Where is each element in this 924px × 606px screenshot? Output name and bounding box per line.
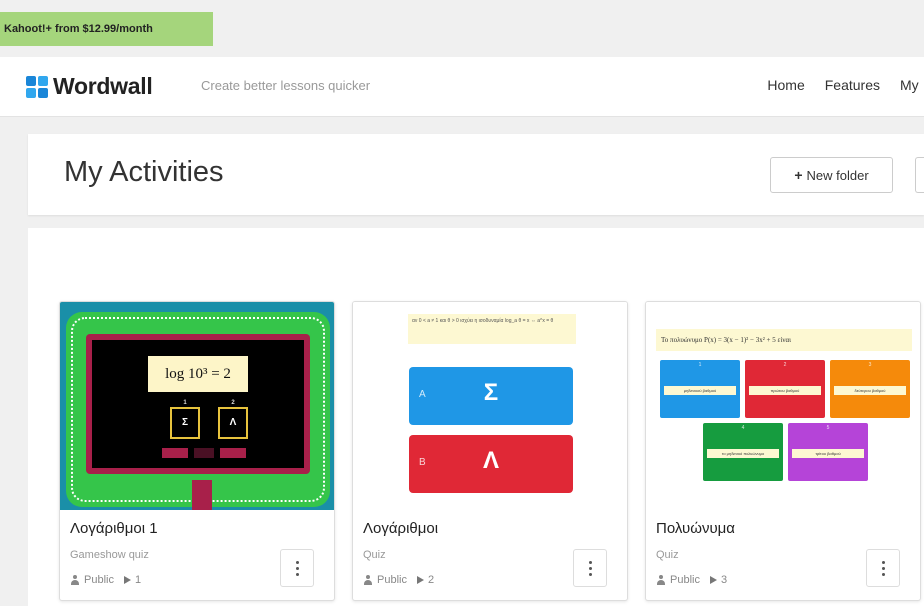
activity-type: Quiz [656, 549, 679, 561]
thumb-question: log 10³ = 2 [148, 356, 248, 392]
main-nav: Home Features My [767, 77, 924, 93]
plus-icon: + [794, 167, 803, 183]
nav-features[interactable]: Features [825, 77, 880, 93]
nav-home[interactable]: Home [767, 77, 804, 93]
visibility-label: Public [84, 574, 114, 586]
more-options-button[interactable] [573, 549, 607, 587]
activity-meta: Public 2 [363, 574, 434, 586]
secondary-header-button[interactable] [915, 157, 924, 193]
thumb-answer-box: 3 δεύτερου βαθμού [830, 360, 910, 418]
more-options-button[interactable] [866, 549, 900, 587]
play-count: 2 [427, 574, 435, 586]
top-navbar: Wordwall Create better lessons quicker H… [0, 57, 924, 117]
visibility-label: Public [670, 574, 700, 586]
play-count: 1 [134, 574, 142, 586]
play-icon [123, 576, 131, 584]
play-icon [709, 576, 717, 584]
wordwall-logo-icon [26, 75, 48, 98]
activity-card[interactable]: log 10³ = 2 1 Σ 2 Λ Λογάριθμοι 1 Gamesho [59, 301, 335, 601]
thumb-answer-box: 5 τρίτου βαθμού [788, 423, 868, 481]
thumb-option: 2 Λ [218, 400, 248, 439]
thumb-option-a: A Σ [409, 367, 573, 425]
new-folder-label: New folder [806, 167, 869, 183]
promo-text: Kahoot!+ from $12.99/month [4, 23, 153, 35]
thumb-question: Το πολυώνυμο P(x) = 3(x − 1)² − 3x² + 5 … [656, 329, 912, 351]
user-icon [656, 575, 666, 585]
activity-card[interactable]: αν 0 < a ≠ 1 και θ > 0 ισχύει η ισοδυναμ… [352, 301, 628, 601]
activity-title[interactable]: Λογάριθμοι 1 [70, 520, 158, 537]
activity-thumbnail[interactable]: Το πολυώνυμο P(x) = 3(x − 1)² − 3x² + 5 … [646, 302, 920, 510]
nav-my[interactable]: My [900, 77, 924, 93]
activity-meta: Public 3 [656, 574, 727, 586]
activity-title[interactable]: Λογάριθμοι [363, 520, 438, 537]
visibility-label: Public [377, 574, 407, 586]
user-icon [70, 575, 80, 585]
wordwall-logo[interactable]: Wordwall [26, 73, 153, 100]
activity-thumbnail[interactable]: log 10³ = 2 1 Σ 2 Λ [60, 302, 334, 510]
activity-type: Quiz [363, 549, 386, 561]
play-icon [416, 576, 424, 584]
thumb-option: 1 Σ [170, 400, 200, 439]
more-options-button[interactable] [280, 549, 314, 587]
tagline: Create better lessons quicker [201, 78, 371, 93]
thumb-answer-box: 4 το μηδενικό πολυώνυμο [703, 423, 783, 481]
thumb-answer-box: 1 μηδενικού βαθμού [660, 360, 740, 418]
activity-meta: Public 1 [70, 574, 141, 586]
thumb-question: αν 0 < a ≠ 1 και θ > 0 ισχύει η ισοδυναμ… [408, 314, 576, 344]
logo-text: Wordwall [53, 73, 153, 99]
page-title: My Activities [64, 156, 224, 188]
play-count: 3 [720, 574, 728, 586]
page-header-panel: My Activities + New folder [28, 134, 924, 215]
activity-thumbnail[interactable]: αν 0 < a ≠ 1 και θ > 0 ισχύει η ισοδυναμ… [353, 302, 627, 510]
thumb-answer-box: 2 πρώτου βαθμού [745, 360, 825, 418]
promo-banner[interactable]: Kahoot!+ from $12.99/month [0, 12, 213, 46]
activity-card[interactable]: Το πολυώνυμο P(x) = 3(x − 1)² − 3x² + 5 … [645, 301, 921, 601]
new-folder-button[interactable]: + New folder [770, 157, 893, 193]
activity-type: Gameshow quiz [70, 549, 149, 561]
user-icon [363, 575, 373, 585]
activity-title[interactable]: Πολυώνυμα [656, 520, 735, 537]
thumb-option-b: B Λ [409, 435, 573, 493]
